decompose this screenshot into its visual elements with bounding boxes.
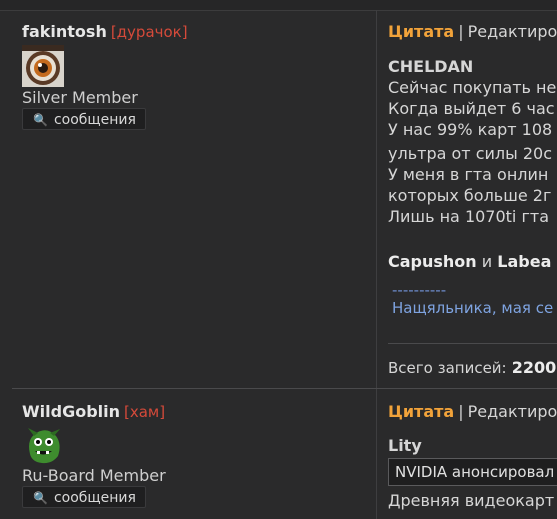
signature-text: Нащяльника, мая се — [392, 299, 554, 317]
quote-line: ультра от силы 20с — [388, 144, 552, 163]
total-posts-value: 2200 — [511, 358, 557, 377]
post-separator — [12, 388, 557, 389]
user-rank: Ru-Board Member — [22, 466, 166, 485]
quote-box: NVIDIA анонсировал — [388, 458, 557, 486]
quote-link[interactable]: Цитата — [388, 402, 454, 421]
user-tag: [дурачок] — [110, 23, 188, 41]
signature-divider — [388, 343, 557, 344]
messages-button-label: сообщения — [53, 112, 136, 128]
avatar — [22, 424, 64, 466]
signature-dashes: ---------- — [392, 281, 447, 299]
search-icon: 🔍 — [33, 113, 48, 127]
quote-line: Лишь на 1070ti гта — [388, 207, 549, 226]
quote-line: У нас 99% карт 108 — [388, 120, 553, 139]
quote-line: которых больше 2г — [388, 186, 552, 205]
column-divider — [376, 10, 377, 519]
messages-button-label: сообщения — [53, 490, 136, 506]
messages-button[interactable]: 🔍 сообщения — [22, 108, 146, 130]
post-actions: Цитата | Редактиров — [388, 402, 557, 421]
edit-link[interactable]: Редактиров — [468, 22, 557, 41]
post-author: fakintosh [дурачок] — [22, 22, 188, 41]
quote-line: Когда выйдет 6 час — [388, 99, 555, 118]
edit-link[interactable]: Редактиров — [468, 402, 557, 421]
quote-line: Сейчас покупать не — [388, 78, 557, 97]
quoted-author: Lity — [388, 436, 422, 455]
messages-button[interactable]: 🔍 сообщения — [22, 486, 146, 508]
quote-link[interactable]: Цитата — [388, 22, 454, 41]
mention-conjunction: и — [481, 252, 493, 271]
avatar — [22, 45, 64, 87]
username[interactable]: WildGoblin — [22, 402, 120, 421]
quote-line: У меня в гта онлин — [388, 165, 549, 184]
mention-user[interactable]: Labea — [497, 252, 551, 271]
total-posts: Всего записей: 2200 — [388, 358, 557, 377]
search-icon: 🔍 — [33, 491, 48, 505]
post-text-line: Древняя видеокарт — [388, 491, 555, 510]
action-separator: | — [458, 22, 464, 41]
user-rank: Silver Member — [22, 88, 138, 107]
username[interactable]: fakintosh — [22, 22, 107, 41]
action-separator: | — [458, 402, 464, 421]
mention-user[interactable]: Capushon — [388, 252, 477, 271]
post-author: WildGoblin [хам] — [22, 402, 165, 421]
total-posts-label: Всего записей: — [388, 359, 507, 377]
top-divider — [0, 0, 557, 11]
post-actions: Цитата | Редактиров — [388, 22, 557, 41]
quote-box-text: NVIDIA анонсировал — [395, 463, 555, 481]
user-tag: [хам] — [124, 403, 166, 421]
quoted-author: CHELDAN — [388, 57, 474, 76]
mentions-line: Capushon и Labea — [388, 252, 557, 271]
